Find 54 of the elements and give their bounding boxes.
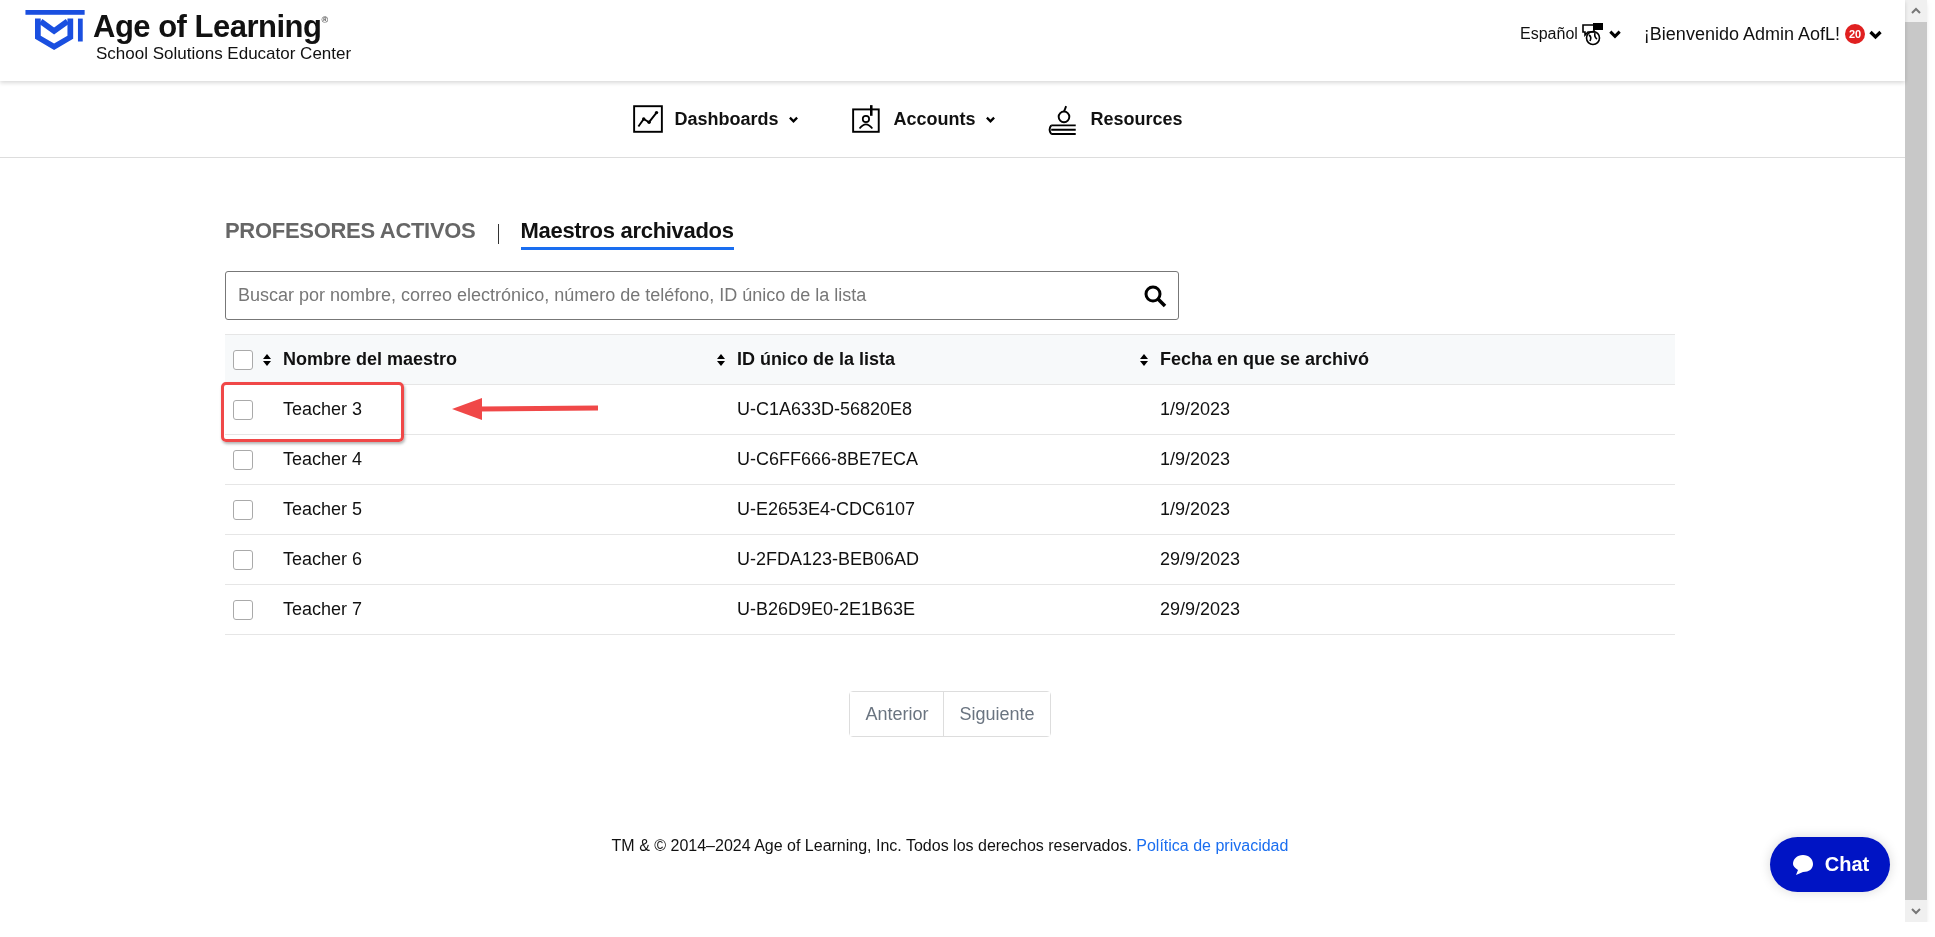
- table-cell: 1/9/2023: [1160, 449, 1231, 470]
- checkbox[interactable]: [233, 449, 253, 470]
- table-cell: Teacher 6: [283, 549, 363, 570]
- brand-subtitle: School Solutions Educator Center: [95, 44, 352, 64]
- table-cell: U-E2653E4-CDC6107: [737, 499, 916, 520]
- checkbox[interactable]: [233, 499, 253, 520]
- pagination-button[interactable]: Siguiente: [943, 692, 1050, 736]
- copyright-text: TM & © 2014–2024 Age of Learning, Inc. Todos los derechos reservados. Política de privacidad: [611, 837, 1289, 855]
- scrollbar[interactable]: [1905, 0, 1927, 922]
- notification-badge: 20: [1845, 24, 1865, 44]
- privacy-link[interactable]: Política de privacidad: [1136, 837, 1289, 854]
- table-cell: U-C6FF666-8BE7ECA: [737, 449, 919, 470]
- speech-bubble-icon: [1790, 852, 1815, 877]
- sort-icon: [263, 353, 271, 366]
- nav-menu-item[interactable]: Accounts: [851, 103, 997, 135]
- search-icon[interactable]: [1143, 284, 1167, 308]
- table-cell: U-C1A633D-56820E8: [737, 399, 913, 420]
- caret-icon: [788, 114, 800, 124]
- table-cell: 29/9/2023: [1160, 599, 1241, 620]
- checkbox[interactable]: [233, 399, 253, 420]
- globe-chat-icon: [1580, 22, 1605, 46]
- registered-mark: ®: [321, 15, 328, 25]
- nav-menu-item[interactable]: Resources: [1048, 103, 1183, 135]
- checkbox[interactable]: [233, 349, 253, 370]
- checkbox[interactable]: [233, 549, 253, 570]
- tab[interactable]: Maestros archivados: [520, 218, 734, 250]
- column-header[interactable]: ID único de la lista: [717, 349, 896, 370]
- caret-icon: [985, 114, 997, 124]
- search-field[interactable]: Buscar por nombre, correo electrónico, número de teléfono, ID único de la lista: [225, 271, 1179, 320]
- table-cell: 29/9/2023: [1160, 549, 1241, 570]
- user-menu[interactable]: ¡Bienvenido Admin AofL!: [1643, 23, 1840, 45]
- nav-menu-item[interactable]: Dashboards: [632, 103, 800, 135]
- chat-button[interactable]: Chat: [1770, 837, 1890, 892]
- table-cell: Teacher 5: [283, 499, 363, 520]
- table-cell: Teacher 7: [283, 599, 363, 620]
- table-cell: 1/9/2023: [1160, 399, 1231, 420]
- book-shield-icon: [25, 10, 87, 52]
- sort-icon: [717, 353, 725, 366]
- line-chart-icon: [632, 103, 665, 135]
- caret-icon: [1607, 28, 1622, 40]
- tab[interactable]: PROFESORES ACTIVOS: [225, 218, 476, 250]
- scroll-down-icon[interactable]: [1905, 900, 1927, 922]
- language-selector[interactable]: Español: [1520, 25, 1578, 43]
- checkbox[interactable]: [233, 599, 253, 620]
- column-header[interactable]: Fecha en que se archivó: [1140, 349, 1370, 370]
- table-cell: U-2FDA123-BEB06AD: [737, 549, 920, 570]
- table-cell: Teacher 4: [283, 449, 363, 470]
- table-cell: 1/9/2023: [1160, 499, 1231, 520]
- sort-icon: [1140, 353, 1148, 366]
- table-cell: U-B26D9E0-2E1B63E: [737, 599, 916, 620]
- table-cell: Teacher 3: [283, 399, 363, 420]
- column-header[interactable]: Nombre del maestro: [263, 349, 458, 370]
- brand-name: Age of Learning: [93, 9, 322, 44]
- scroll-up-icon[interactable]: [1905, 0, 1927, 22]
